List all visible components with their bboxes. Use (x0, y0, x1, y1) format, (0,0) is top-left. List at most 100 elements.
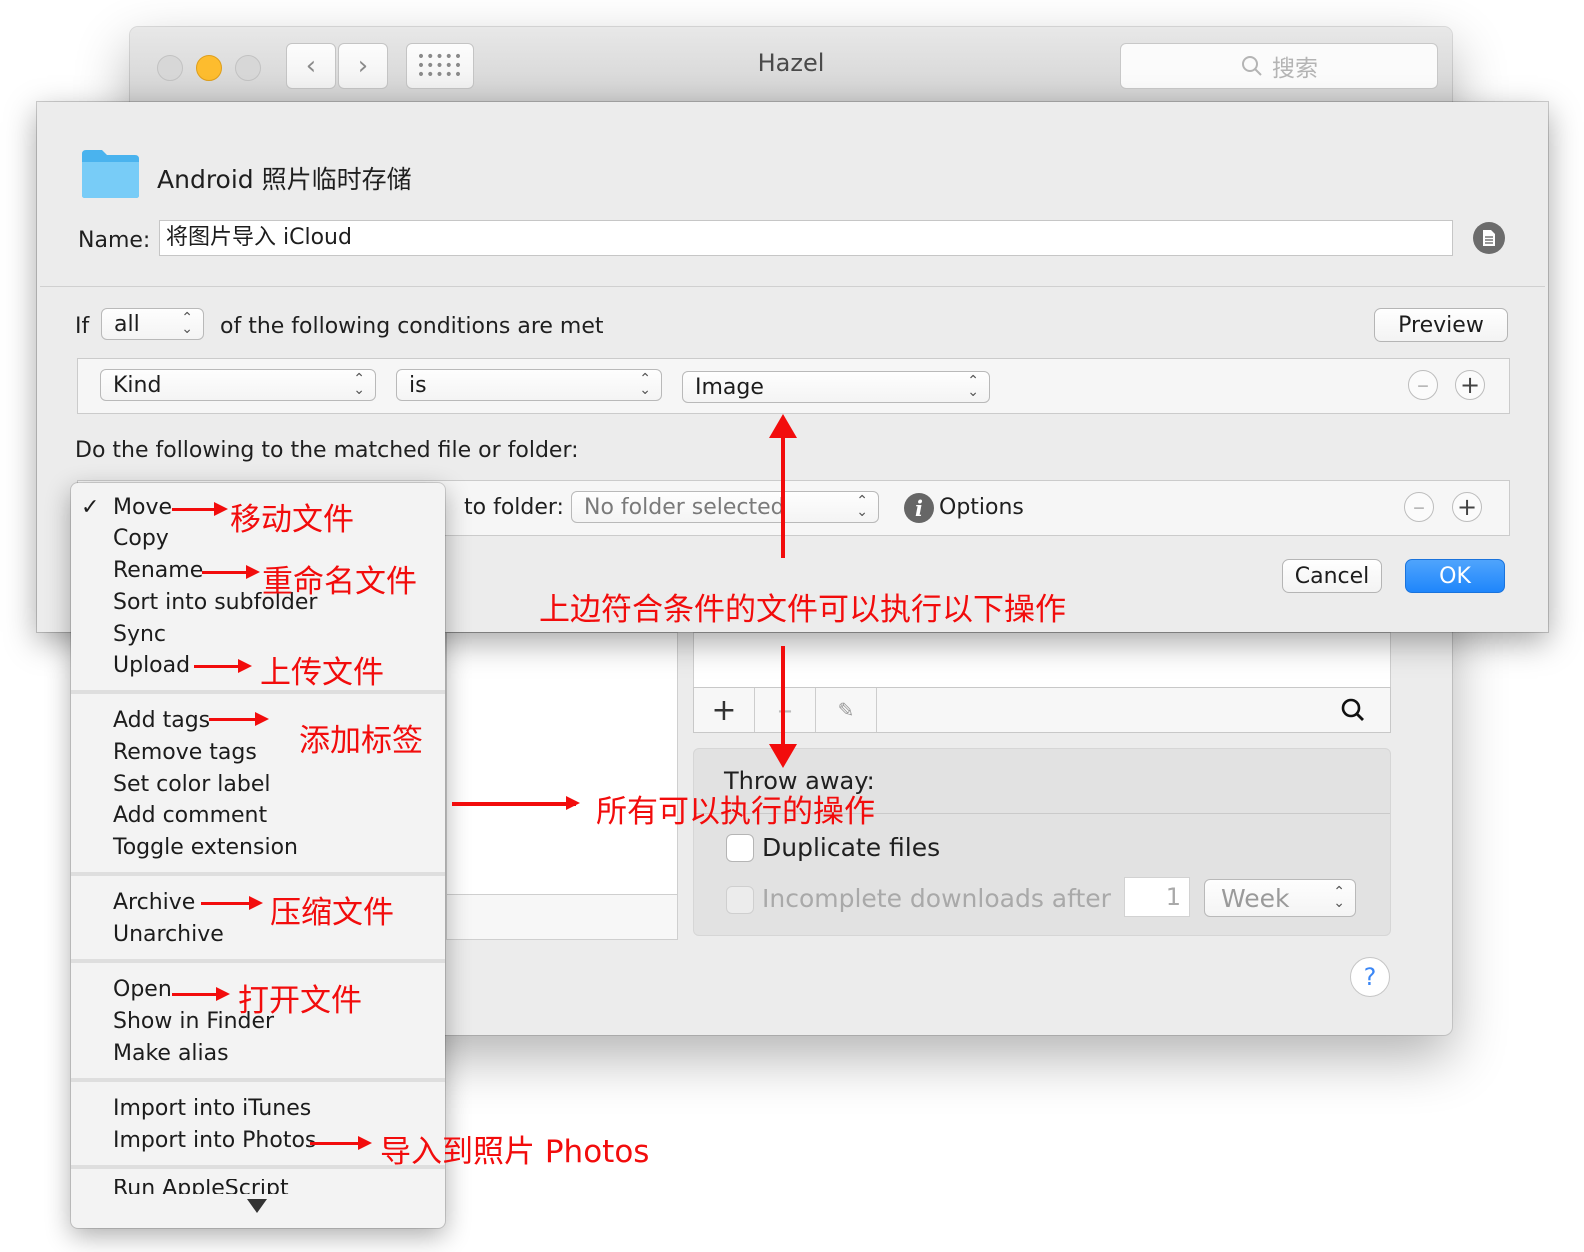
rules-search[interactable] (877, 688, 1390, 732)
menu-item-archive[interactable]: Archive (113, 890, 195, 915)
plus-icon: + (1459, 371, 1481, 399)
search-field[interactable]: 搜索 (1120, 43, 1438, 89)
menu-item-move[interactable]: Move (113, 495, 172, 520)
annotation-arrow (172, 502, 228, 516)
menu-item-import-itunes[interactable]: Import into iTunes (113, 1096, 311, 1121)
annotation-tags: 添加标签 (299, 723, 423, 759)
menu-item-run-applescript[interactable]: Run AppleScript (113, 1179, 289, 1194)
match-mode-select[interactable]: all ⌃ ⌄ (101, 308, 204, 340)
updown-arrows-icon: ⌃ ⌄ (1333, 884, 1345, 911)
duplicate-files-checkbox[interactable] (726, 834, 754, 862)
rule-name-field[interactable]: 将图片导入 iCloud (159, 220, 1453, 256)
annotation-open: 打开文件 (238, 983, 362, 1019)
menu-item-upload[interactable]: Upload (113, 653, 190, 678)
incomplete-downloads-label: Incomplete downloads after (762, 884, 1111, 913)
plus-icon: + (711, 692, 737, 728)
incomplete-count-field[interactable]: 1 (1124, 877, 1190, 917)
help-button[interactable]: ? (1350, 957, 1390, 997)
annotation-arrow (452, 796, 580, 810)
annotation-arrow (310, 1136, 372, 1150)
updown-arrows-icon: ⌃ ⌄ (856, 493, 868, 520)
options-label[interactable]: Options (939, 495, 1024, 520)
annotation-arrow (194, 659, 252, 673)
match-mode-value: all (114, 311, 140, 337)
annotation-move: 移动文件 (230, 502, 354, 538)
condition-operator-value: is (409, 372, 427, 398)
scroll-down-arrow-icon[interactable] (247, 1199, 267, 1213)
incomplete-unit-value: Week (1221, 883, 1290, 913)
annotation-arrow (209, 712, 269, 726)
menu-separator (71, 872, 445, 876)
conditions-text: of the following conditions are met (220, 314, 604, 339)
folder-select-value: No folder selected (584, 494, 785, 520)
updown-arrows-icon: ⌃ ⌄ (353, 371, 365, 398)
condition-attribute-value: Kind (113, 372, 162, 398)
annotation-upload: 上传文件 (260, 655, 384, 691)
throw-away-box: Throw away: Duplicate files Incomplete d… (693, 748, 1391, 936)
rules-toolbar: + – ✎ (693, 687, 1391, 733)
annotation-rename: 重命名文件 (262, 564, 417, 600)
if-label: If (75, 314, 90, 339)
minus-icon: – (1417, 371, 1429, 399)
condition-value-select[interactable]: Image ⌃ ⌄ (682, 371, 990, 403)
folder-select[interactable]: No folder selected ⌃ ⌄ (571, 491, 879, 523)
menu-item-unarchive[interactable]: Unarchive (113, 922, 224, 947)
menu-item-import-photos[interactable]: Import into Photos (113, 1128, 316, 1153)
menu-item-open[interactable]: Open (113, 977, 172, 1002)
menu-item-remove-tags[interactable]: Remove tags (113, 740, 257, 765)
add-rule-button[interactable]: + (694, 688, 755, 732)
annotation-arrow-up (781, 430, 785, 558)
condition-value-value: Image (695, 374, 764, 400)
menu-separator (71, 690, 445, 694)
menu-item-rename[interactable]: Rename (113, 558, 203, 583)
menu-item-toggle-extension[interactable]: Toggle extension (113, 835, 298, 860)
condition-row: Kind ⌃ ⌄ is ⌃ ⌄ Image ⌃ ⌄ – + (77, 358, 1510, 414)
menu-item-partial-clip: Run AppleScript (71, 1179, 445, 1194)
menu-item-add-tags[interactable]: Add tags (113, 708, 210, 733)
menu-item-copy[interactable]: Copy (113, 526, 169, 551)
remove-rule-button[interactable]: – (755, 688, 816, 732)
annotation-archive: 压缩文件 (270, 895, 394, 931)
minus-icon: – (1413, 493, 1425, 521)
menu-separator (71, 1078, 445, 1082)
edit-rule-button[interactable]: ✎ (816, 688, 877, 732)
annotation-photos: 导入到照片 Photos (380, 1134, 650, 1170)
magnifier-icon (1341, 698, 1364, 721)
remove-condition-button[interactable]: – (1408, 370, 1438, 400)
search-placeholder: 搜索 (1272, 56, 1318, 82)
annotation-execute: 上边符合条件的文件可以执行以下操作 (539, 592, 1066, 628)
preview-button[interactable]: Preview (1374, 308, 1508, 342)
info-icon[interactable]: i (904, 493, 934, 523)
minus-icon: – (777, 692, 793, 728)
ok-button[interactable]: OK (1405, 559, 1505, 593)
plus-icon: + (1456, 493, 1478, 521)
arrow-down-icon (769, 744, 797, 768)
checkmark-icon: ✓ (81, 495, 100, 520)
menu-item-add-comment[interactable]: Add comment (113, 803, 267, 828)
divider (40, 286, 1545, 287)
annotation-arrow (172, 987, 230, 1001)
menu-separator (71, 959, 445, 963)
condition-attribute-select[interactable]: Kind ⌃ ⌄ (100, 369, 376, 401)
folder-list-toolbar (447, 894, 677, 939)
cancel-button[interactable]: Cancel (1282, 559, 1382, 593)
menu-item-set-color-label[interactable]: Set color label (113, 772, 271, 797)
menu-item-sync[interactable]: Sync (113, 622, 166, 647)
updown-arrows-icon: ⌃ ⌄ (967, 373, 979, 400)
annotation-arrow (201, 896, 263, 910)
updown-arrows-icon: ⌃ ⌄ (639, 371, 651, 398)
menu-item-make-alias[interactable]: Make alias (113, 1041, 229, 1066)
arrow-up-icon (769, 414, 797, 438)
to-folder-label: to folder: (464, 495, 564, 520)
remove-action-button[interactable]: – (1404, 492, 1434, 522)
add-condition-button[interactable]: + (1455, 370, 1485, 400)
add-action-button[interactable]: + (1452, 492, 1482, 522)
incomplete-unit-select[interactable]: Week ⌃ ⌄ (1204, 879, 1356, 917)
folder-name: Android 照片临时存储 (157, 165, 412, 194)
incomplete-downloads-checkbox[interactable] (726, 886, 754, 914)
condition-operator-select[interactable]: is ⌃ ⌄ (396, 369, 662, 401)
updown-arrows-icon: ⌃ ⌄ (181, 310, 193, 337)
notes-button[interactable] (1473, 222, 1505, 254)
annotation-all-actions: 所有可以执行的操作 (596, 794, 875, 830)
folder-icon (82, 150, 139, 198)
